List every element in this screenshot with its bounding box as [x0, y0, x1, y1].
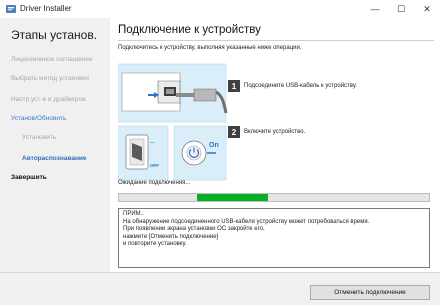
sidebar-item-device-settings: Настр.уст-в и драйверов — [11, 96, 86, 103]
power-switch-icon: — OFF — [118, 125, 169, 181]
connection-progress-bar — [118, 193, 430, 202]
progress-fill — [196, 194, 268, 201]
connection-illustration: — OFF On — [118, 63, 228, 181]
note-line-1: На обнаружение подсоединенного USB-кабел… — [123, 218, 370, 225]
instruction-text: Подключитесь к устройству, выполняя указ… — [118, 45, 302, 51]
title-bar: Driver Installer — ☐ ✕ — [0, 0, 440, 18]
step-2-number: 2 — [228, 126, 240, 138]
svg-text:—: — — [150, 140, 155, 145]
power-button-icon: On — [173, 125, 227, 181]
note-line-4: и повторите установку. — [123, 241, 187, 247]
app-icon — [6, 5, 16, 13]
installer-window: Driver Installer — ☐ ✕ Этапы установ. Ли… — [0, 0, 440, 305]
sidebar-item-install-update: Установ/Обновить — [11, 115, 67, 122]
sidebar-subitem-install: Установить — [22, 134, 57, 141]
note-line-3: нажмите [Отменить подключение] — [123, 233, 219, 240]
sidebar-subitem-autodetect: Автораспознавание — [22, 155, 87, 162]
close-button[interactable]: ✕ — [414, 0, 440, 18]
sidebar-item-license: Лицензионное соглашение — [11, 56, 93, 63]
sidebar-item-install-method: Выбрать метод установки — [11, 75, 89, 82]
note-line-2: При появлении экрана установки ОС закрой… — [123, 226, 265, 232]
sidebar-title: Этапы установ. — [11, 28, 98, 42]
maximize-button[interactable]: ☐ — [388, 0, 414, 18]
steps-sidebar: Этапы установ. Лицензионное соглашение В… — [0, 18, 110, 272]
step-1-number: 1 — [228, 80, 240, 92]
cancel-connection-button[interactable]: Отменить подключение — [310, 285, 430, 300]
window-title: Driver Installer — [20, 4, 72, 13]
waiting-status: Ожидание подключения... — [118, 180, 191, 186]
title-divider — [118, 40, 434, 41]
step-1-text: Подсоедините USB-кабель к устройству. — [244, 83, 357, 89]
usb-cable-icon — [118, 63, 228, 123]
note-heading: ПРИМ.: — [123, 211, 144, 217]
main-panel: Подключение к устройству Подключитесь к … — [110, 18, 440, 272]
note-textbox[interactable]: ПРИМ.: На обнаружение подсоединенного US… — [118, 208, 430, 268]
off-label: OFF — [150, 163, 159, 168]
footer-bar: Отменить подключение — [0, 272, 440, 305]
minimize-button[interactable]: — — [362, 0, 388, 18]
step-2-text: Включите устройство. — [244, 129, 306, 135]
sidebar-item-finish: Завершить — [11, 174, 47, 181]
on-label: On — [209, 142, 219, 149]
page-title: Подключение к устройству — [118, 24, 261, 36]
